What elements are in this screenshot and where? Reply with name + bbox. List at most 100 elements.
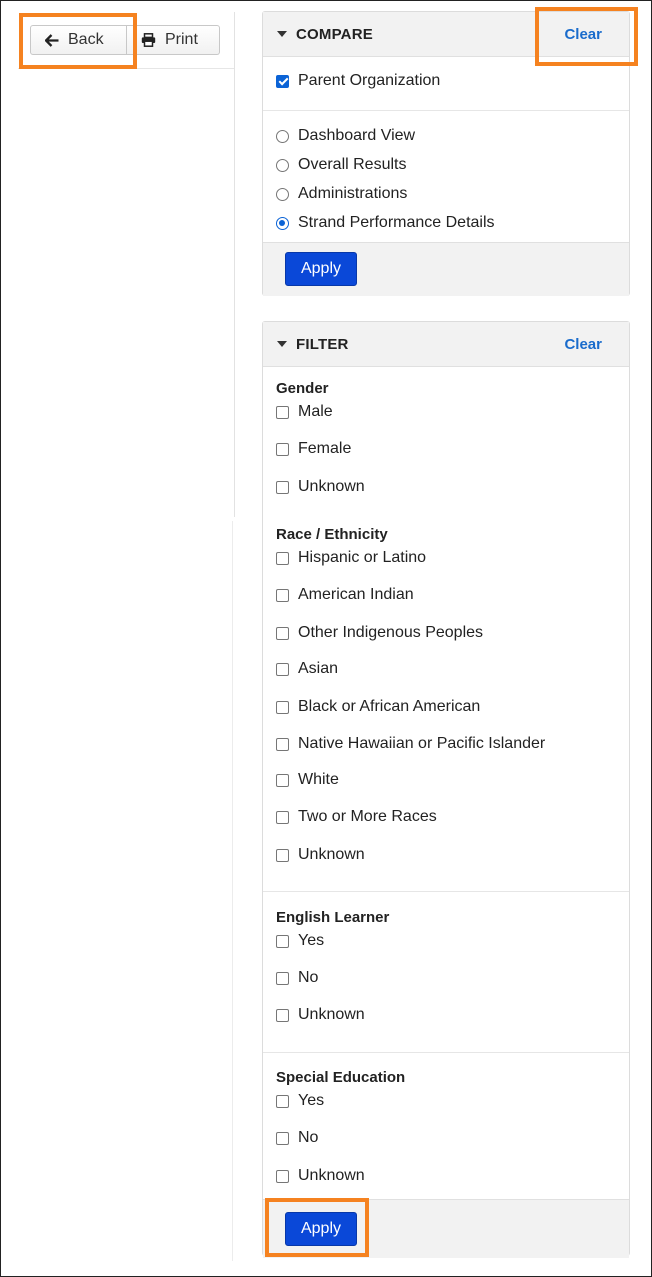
filter-checkbox[interactable]	[276, 1169, 289, 1183]
filter-checkbox[interactable]	[276, 1094, 289, 1108]
filter-option-row[interactable]: Unknown	[276, 1006, 365, 1024]
filter-option-label: Male	[298, 403, 333, 420]
filter-checkbox[interactable]	[276, 934, 289, 948]
filter-checkbox[interactable]	[276, 1008, 289, 1022]
filter-option-label: Hispanic or Latino	[298, 549, 427, 566]
filter-option-label: Female	[298, 440, 352, 457]
filter-option-row[interactable]: Hispanic or Latino	[276, 549, 426, 567]
filter-option-label: No	[298, 969, 319, 986]
filter-option-label: Unknown	[298, 1006, 365, 1023]
filter-option-row[interactable]: Yes	[276, 932, 324, 950]
filter-option-row[interactable]: Other Indigenous Peoples	[276, 624, 483, 642]
filter-panel-footer: Apply	[263, 1199, 629, 1258]
view-option-label: Overall Results	[298, 156, 407, 173]
filter-option-label: No	[298, 1129, 319, 1146]
view-option-administrations[interactable]: Administrations	[276, 185, 407, 203]
view-option-strand-performance[interactable]: Strand Performance Details	[276, 214, 495, 232]
filter-option-row[interactable]: Unknown	[276, 478, 365, 496]
compare-panel-header[interactable]: COMPARE Clear	[263, 12, 629, 57]
back-button[interactable]: Back	[30, 25, 127, 55]
filter-clear-link[interactable]: Clear	[564, 336, 602, 353]
filter-divider	[263, 891, 629, 892]
view-option-label: Administrations	[298, 185, 408, 202]
filter-option-label: Other Indigenous Peoples	[298, 624, 484, 641]
filter-option-label: Two or More Races	[298, 808, 437, 825]
filter-checkbox[interactable]	[276, 442, 289, 456]
filter-group-special-education-label: Special Education	[276, 1069, 406, 1086]
filter-divider	[263, 1052, 629, 1053]
print-button-label: Print	[165, 31, 198, 48]
filter-option-label: Black or African American	[298, 698, 481, 715]
filter-group-english-learner-label: English Learner	[276, 909, 390, 926]
filter-option-row[interactable]: Male	[276, 403, 333, 421]
filter-option-label: Native Hawaiian or Pacific Islander	[298, 735, 546, 752]
filter-option-label: Unknown	[298, 478, 365, 495]
filter-option-row[interactable]: Unknown	[276, 846, 365, 864]
filter-option-row[interactable]: No	[276, 969, 318, 987]
filter-checkbox[interactable]	[276, 405, 289, 419]
filter-checkbox[interactable]	[276, 773, 289, 787]
compare-divider	[263, 110, 629, 111]
caret-down-icon	[277, 341, 287, 347]
toolbar-button-group: Back Print	[30, 25, 220, 55]
filter-apply-button[interactable]: Apply	[285, 1212, 357, 1246]
filter-checkbox[interactable]	[276, 848, 289, 862]
filter-option-row[interactable]: Black or African American	[276, 698, 480, 716]
view-option-label: Strand Performance Details	[298, 214, 495, 231]
filter-checkbox[interactable]	[276, 662, 289, 676]
parent-organization-checkbox[interactable]	[276, 74, 289, 88]
filter-option-row[interactable]: Yes	[276, 1092, 324, 1110]
filter-option-label: Yes	[298, 932, 325, 949]
filter-option-row[interactable]: No	[276, 1129, 318, 1147]
filter-option-label: Unknown	[298, 1167, 365, 1184]
filter-panel-header[interactable]: FILTER Clear	[263, 322, 629, 367]
filter-checkbox[interactable]	[276, 1131, 289, 1145]
filter-option-label: Yes	[298, 1092, 325, 1109]
back-button-label: Back	[68, 31, 104, 48]
caret-down-icon	[277, 31, 287, 37]
compare-title-text: COMPARE	[296, 25, 373, 43]
filter-checkbox[interactable]	[276, 626, 289, 640]
filter-checkbox[interactable]	[276, 700, 289, 714]
filter-option-label: Unknown	[298, 846, 365, 863]
compare-clear-link[interactable]: Clear	[564, 26, 602, 43]
filter-option-label: Asian	[298, 660, 339, 677]
left-column-divider	[231, 521, 233, 1261]
filter-group-race-label: Race / Ethnicity	[276, 526, 388, 543]
filter-checkbox[interactable]	[276, 551, 289, 565]
filter-checkbox[interactable]	[276, 810, 289, 824]
filter-option-row[interactable]: Unknown	[276, 1167, 365, 1185]
filter-checkbox[interactable]	[276, 588, 289, 602]
view-option-label: Dashboard View	[298, 127, 416, 144]
filter-checkbox[interactable]	[276, 480, 289, 494]
view-option-radio[interactable]	[276, 129, 289, 143]
filter-option-row[interactable]: Female	[276, 440, 351, 458]
compare-panel-footer: Apply	[263, 242, 629, 296]
filter-option-row[interactable]: American Indian	[276, 586, 414, 604]
filter-option-label: American Indian	[298, 586, 414, 603]
view-option-radio[interactable]	[276, 158, 289, 172]
left-column	[18, 12, 235, 517]
filter-option-row[interactable]: Two or More Races	[276, 808, 437, 826]
filter-title-text: FILTER	[296, 335, 349, 353]
filter-panel: FILTER Clear Gender Male Female Unknown …	[262, 321, 630, 1258]
filter-group-gender-label: Gender	[276, 380, 329, 397]
screenshot-frame: Back Print COMPARE Clear Parent Organiza…	[0, 0, 652, 1277]
view-option-radio[interactable]	[276, 187, 289, 201]
filter-option-label: White	[298, 771, 339, 788]
filter-option-row[interactable]: White	[276, 771, 339, 789]
printer-icon	[141, 33, 156, 47]
filter-checkbox[interactable]	[276, 737, 289, 751]
view-option-dashboard[interactable]: Dashboard View	[276, 127, 415, 145]
filter-option-row[interactable]: Native Hawaiian or Pacific Islander	[276, 735, 545, 753]
report-toolbar: Back Print	[18, 12, 234, 69]
filter-option-row[interactable]: Asian	[276, 660, 338, 678]
view-option-radio-selected[interactable]	[276, 216, 289, 230]
compare-panel: COMPARE Clear Parent Organization Dashbo…	[262, 11, 630, 296]
filter-checkbox[interactable]	[276, 971, 289, 985]
print-button[interactable]: Print	[127, 25, 220, 55]
view-option-overall-results[interactable]: Overall Results	[276, 156, 406, 174]
filter-panel-title: FILTER	[277, 336, 349, 353]
parent-organization-checkbox-row[interactable]: Parent Organization	[276, 72, 440, 90]
compare-apply-button[interactable]: Apply	[285, 252, 357, 286]
